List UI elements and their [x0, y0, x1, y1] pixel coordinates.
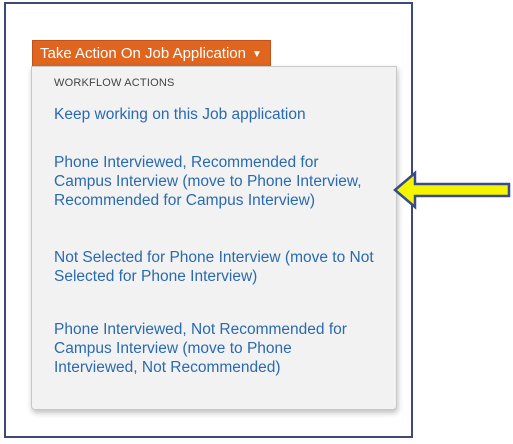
menu-item-recommended-campus[interactable]: Phone Interviewed, Recommended for Campu…	[54, 153, 379, 210]
arrow-left-shape	[393, 170, 511, 210]
menu-item-not-selected-phone[interactable]: Not Selected for Phone Interview (move t…	[54, 248, 379, 286]
menu-item-not-recommended-campus[interactable]: Phone Interviewed, Not Recommended for C…	[54, 320, 379, 377]
workflow-actions-menu: WORKFLOW ACTIONS Keep working on this Jo…	[31, 66, 397, 410]
take-action-button[interactable]: Take Action On Job Application ▼	[32, 40, 271, 66]
menu-item-keep-working[interactable]: Keep working on this Job application	[54, 105, 379, 124]
take-action-button-label: Take Action On Job Application	[40, 45, 246, 62]
arrow-left-icon	[393, 170, 511, 210]
menu-header: WORKFLOW ACTIONS	[54, 77, 175, 89]
caret-down-icon: ▼	[251, 49, 262, 60]
